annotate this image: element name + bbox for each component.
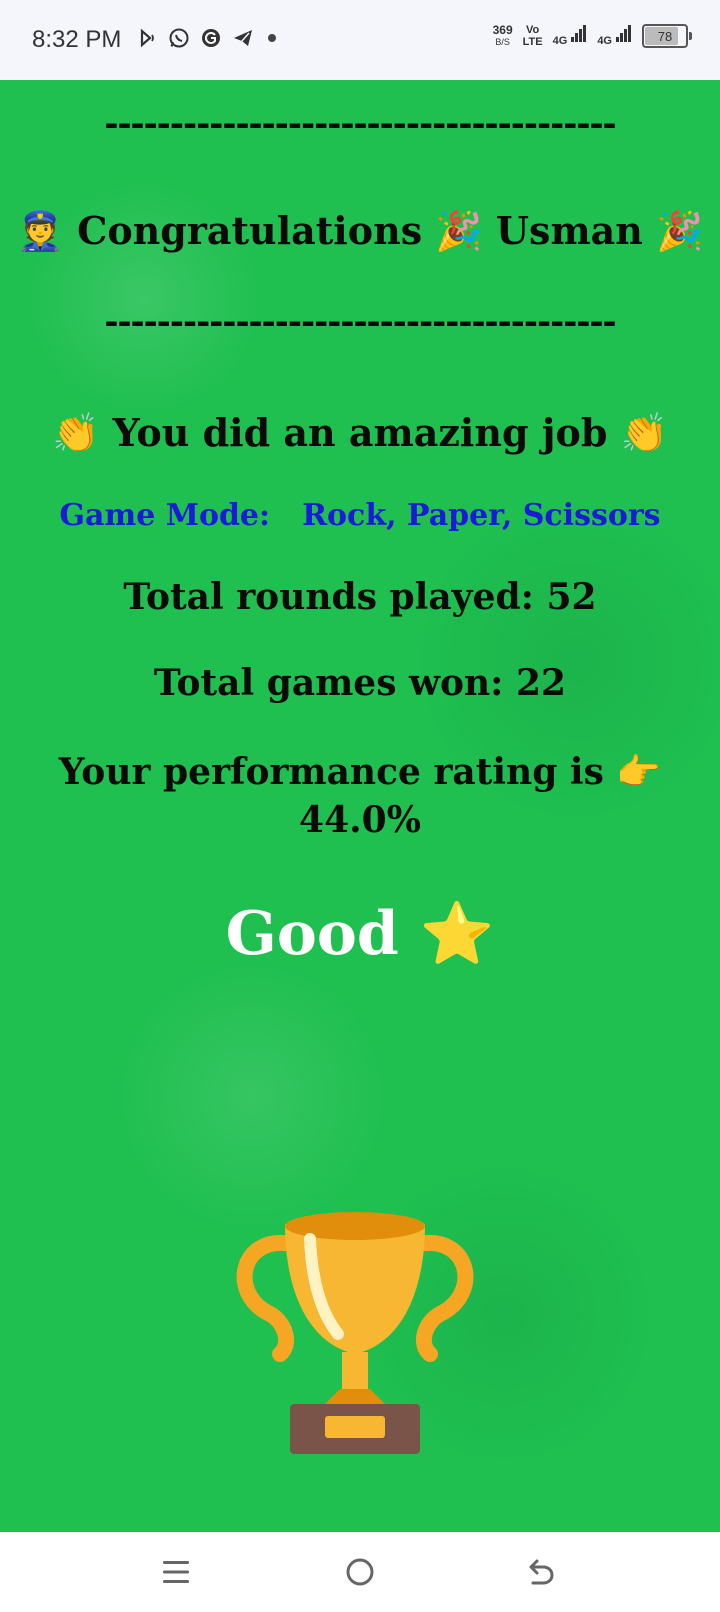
game-mode: Game Mode: Rock, Paper, Scissors <box>0 498 720 533</box>
pointing-hand-icon: 👉 <box>616 751 662 793</box>
status-app-icons <box>136 27 276 49</box>
menu-button[interactable] <box>156 1552 196 1592</box>
congratulations-text: Congratulations <box>77 208 423 253</box>
clapping-hands-icon: 👏 <box>620 410 668 455</box>
grade: Good ⭐ <box>0 898 720 969</box>
congratulations-heading: 👮 Congratulations 🎉 Usman 🎉 <box>0 208 720 254</box>
back-icon <box>529 1559 554 1585</box>
divider-bottom: --------------------------------------- <box>104 302 616 342</box>
game-mode-value: Rock, Paper, Scissors <box>302 498 661 533</box>
signal-bars-icon <box>616 25 632 47</box>
whatsapp-icon <box>168 27 190 49</box>
status-bar: 8:32 PM 369 B/S Vo LTE 4G 4G 78 <box>0 0 720 80</box>
rating-value: 44.0% <box>299 799 421 841</box>
grammarly-icon <box>200 27 222 49</box>
network-speed: 369 B/S <box>492 23 513 47</box>
total-rounds: Total rounds played: 52 <box>123 576 597 618</box>
rating-label: Your performance rating is <box>58 751 604 793</box>
praise-message: 👏 You did an amazing job 👏 <box>0 410 720 456</box>
volte-indicator: Vo LTE <box>522 24 543 48</box>
home-button[interactable] <box>340 1552 380 1592</box>
total-games-won: Total games won: 22 <box>153 662 567 704</box>
player-name: Usman <box>495 208 643 253</box>
star-icon: ⭐ <box>419 899 495 969</box>
telegram-icon <box>232 27 254 49</box>
result-screen: --------------------------------------- … <box>0 80 720 1532</box>
signal-bars-icon <box>571 25 587 47</box>
bluetooth-audio-icon <box>136 27 158 49</box>
sim2-signal: 4G <box>597 25 632 47</box>
notification-dot-icon <box>268 34 276 42</box>
grade-text: Good <box>225 899 399 969</box>
home-icon <box>346 1558 374 1586</box>
party-popper-icon: 🎉 <box>656 208 704 253</box>
back-button[interactable] <box>520 1552 560 1592</box>
party-popper-icon: 🎉 <box>435 208 483 253</box>
performance-rating: Your performance rating is 👉 44.0% <box>0 748 720 844</box>
praise-text: You did an amazing job <box>112 410 608 455</box>
sim1-signal: 4G <box>553 25 588 47</box>
battery-icon: 78 <box>642 24 692 48</box>
navigation-bar <box>0 1532 720 1612</box>
clapping-hands-icon: 👏 <box>52 410 100 455</box>
game-mode-label: Game Mode: <box>59 498 271 533</box>
status-time: 8:32 PM <box>32 26 122 53</box>
menu-icon <box>163 1561 189 1583</box>
police-officer-emoji: 👮 <box>16 208 64 253</box>
divider-top: --------------------------------------- <box>104 104 616 144</box>
trophy-icon <box>236 1212 474 1454</box>
status-indicators: 369 B/S Vo LTE 4G 4G 78 <box>492 23 692 48</box>
